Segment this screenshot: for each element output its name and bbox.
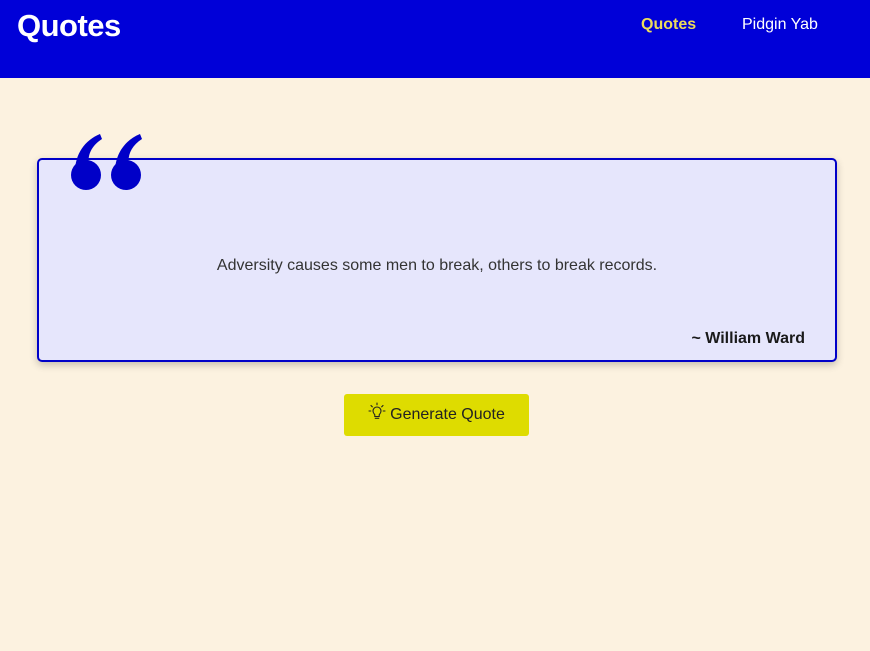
- quote-text: Adversity causes some men to break, othe…: [216, 257, 658, 274]
- generate-quote-label: Generate Quote: [390, 406, 505, 423]
- quote-author: ~ William Ward: [691, 330, 805, 347]
- generate-quote-button[interactable]: Generate Quote: [344, 394, 529, 436]
- nav-link-pidgin-yab[interactable]: Pidgin Yab: [742, 16, 818, 34]
- brand-title: Quotes: [17, 8, 121, 43]
- lightbulb-icon: [368, 402, 386, 419]
- quote-card: Adversity causes some men to break, othe…: [37, 158, 837, 362]
- top-header: Quotes Quotes Pidgin Yab: [0, 0, 870, 78]
- nav-link-quotes[interactable]: Quotes: [641, 16, 696, 34]
- quote-mark-icon: [71, 134, 142, 190]
